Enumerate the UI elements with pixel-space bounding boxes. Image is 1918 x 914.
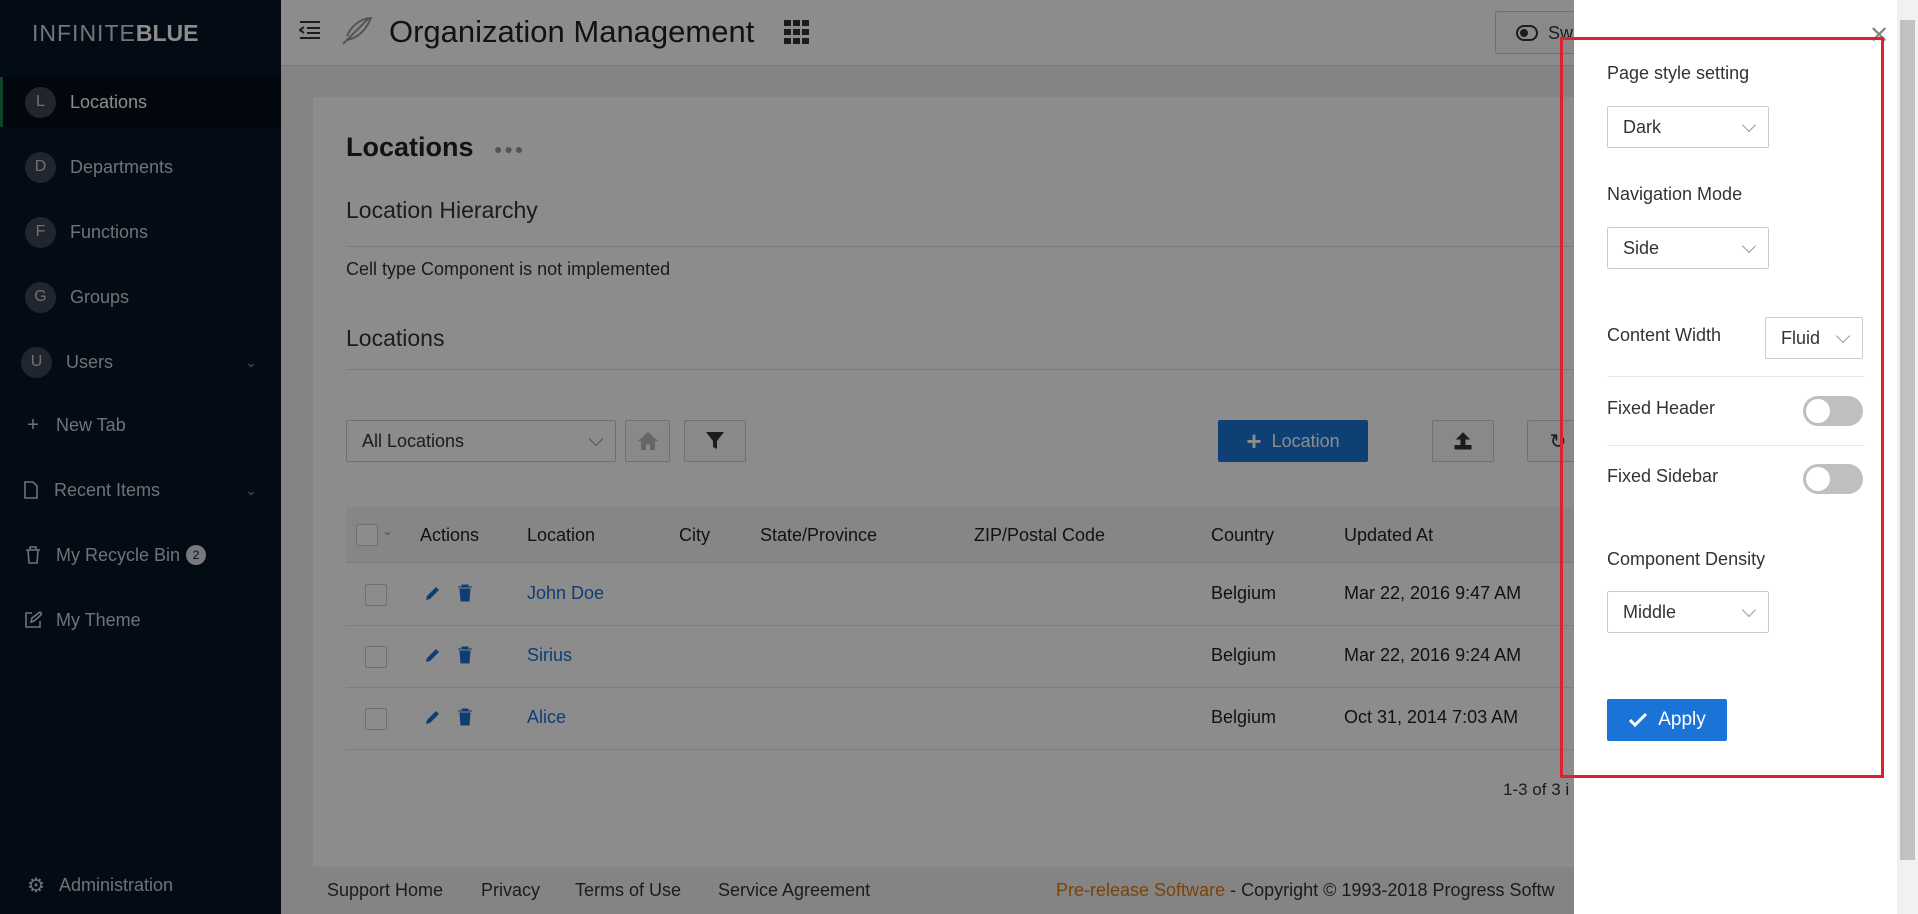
fixed-header-label: Fixed Header — [1607, 398, 1716, 418]
drawer-scrollbar[interactable] — [1897, 0, 1918, 914]
fixed-sidebar-toggle[interactable] — [1803, 464, 1863, 494]
divider — [1607, 376, 1865, 377]
divider — [1607, 445, 1865, 446]
select-value: Fluid — [1781, 327, 1821, 348]
component-density-label: Component Density — [1607, 549, 1766, 569]
navigation-mode-label: Navigation Mode — [1607, 184, 1743, 204]
chevron-down-icon — [1741, 117, 1757, 133]
navigation-mode-select[interactable]: Side — [1607, 227, 1769, 269]
fixed-sidebar-label: Fixed Sidebar — [1607, 466, 1719, 486]
page-style-select[interactable]: Dark — [1607, 106, 1769, 148]
select-value: Side — [1623, 237, 1660, 258]
scrollbar-thumb[interactable] — [1900, 20, 1915, 860]
component-density-select[interactable]: Middle — [1607, 591, 1769, 633]
content-width-select[interactable]: Fluid — [1765, 317, 1863, 359]
fixed-header-toggle[interactable] — [1803, 396, 1863, 426]
check-icon — [1629, 712, 1648, 728]
modal-overlay[interactable] — [0, 0, 1574, 914]
apply-label: Apply — [1658, 709, 1706, 730]
chevron-down-icon — [1835, 328, 1851, 344]
content-width-label: Content Width — [1607, 325, 1722, 345]
chevron-down-icon — [1741, 602, 1757, 618]
chevron-down-icon — [1741, 238, 1757, 254]
select-value: Middle — [1623, 601, 1677, 622]
apply-button[interactable]: Apply — [1607, 699, 1727, 741]
page-style-label: Page style setting — [1607, 63, 1750, 83]
select-value: Dark — [1623, 116, 1662, 137]
